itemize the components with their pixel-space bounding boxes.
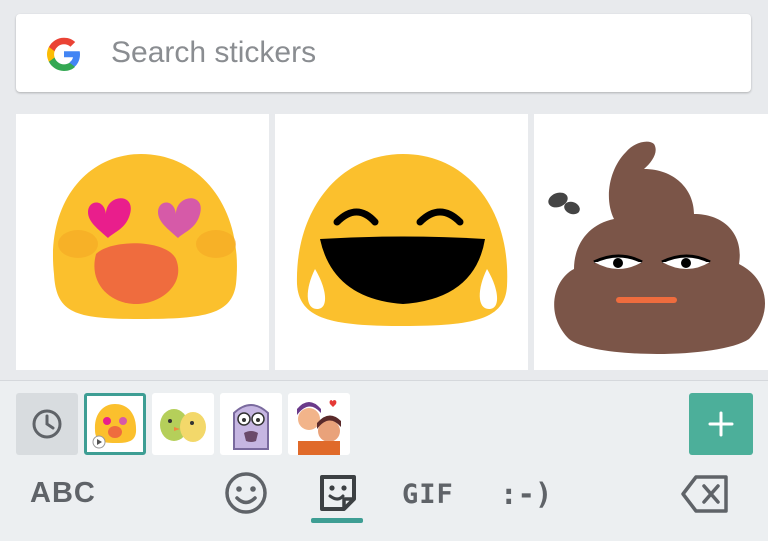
gif-key[interactable]: GIF	[402, 479, 454, 510]
pack-blob-emoji[interactable]	[84, 393, 146, 455]
pile-of-poo-icon	[548, 141, 766, 354]
add-sticker-pack-button[interactable]	[689, 393, 753, 455]
pack-couple[interactable]	[288, 393, 350, 455]
search-bar[interactable]: Search stickers	[16, 14, 751, 92]
tears-of-joy-blob-icon	[296, 154, 508, 326]
abc-key[interactable]: ABC	[30, 477, 96, 510]
emoji-icon[interactable]	[222, 469, 270, 517]
sticker-icon[interactable]	[314, 469, 362, 517]
sticker-results	[0, 114, 768, 370]
search-input[interactable]: Search stickers	[111, 36, 316, 70]
recent-stickers-button[interactable]	[16, 393, 78, 455]
backspace-icon[interactable]	[680, 471, 732, 517]
sticker-heart-eyes[interactable]	[16, 114, 269, 370]
sticker-tray: ABC GIF :-)	[0, 380, 768, 541]
bird-pack-icon	[160, 409, 206, 442]
clock-icon	[32, 409, 62, 439]
emoticon-key[interactable]: :-)	[500, 477, 552, 511]
couple-pack-icon	[297, 400, 341, 455]
blob-emoji-pack-icon	[92, 404, 137, 449]
sticker-tab-indicator	[311, 518, 363, 523]
google-logo-icon	[47, 37, 80, 71]
heart-eyes-blob-icon	[52, 154, 237, 319]
keyboard-mode-bar: ABC GIF :-)	[0, 469, 768, 519]
sticker-pile-of-poo[interactable]	[534, 114, 768, 370]
monster-pack-icon	[233, 404, 269, 450]
pack-birds[interactable]	[152, 393, 214, 455]
sticker-tears-of-joy[interactable]	[275, 114, 528, 370]
plus-icon	[708, 411, 734, 437]
pack-monster[interactable]	[220, 393, 282, 455]
